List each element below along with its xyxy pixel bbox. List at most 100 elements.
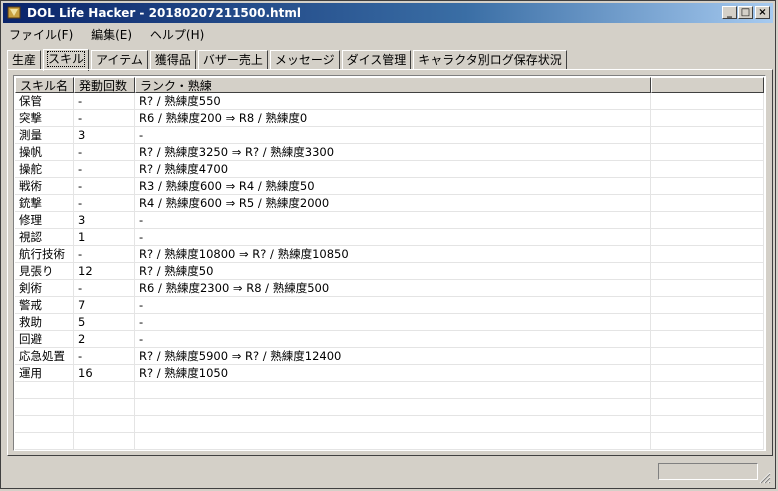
- table-row[interactable]: 銃撃 - R4 / 熟練度600 ⇒ R5 / 熟練度2000: [15, 195, 764, 212]
- rank-proficiency-cell: [135, 416, 651, 432]
- table-row[interactable]: [15, 399, 764, 416]
- menu-bar: ファイル(F) 編集(E) ヘルプ(H): [3, 25, 212, 45]
- activation-count-cell: -: [74, 93, 135, 109]
- table-row[interactable]: 操帆 - R? / 熟練度3250 ⇒ R? / 熟練度3300: [15, 144, 764, 161]
- column-header-skill-name[interactable]: スキル名: [15, 77, 74, 93]
- activation-count-cell: -: [74, 161, 135, 177]
- close-button[interactable]: ×: [755, 6, 770, 19]
- skill-name-cell: 修理: [15, 212, 74, 228]
- table-row[interactable]: [15, 382, 764, 399]
- list-header: スキル名 発動回数 ランク・熟練: [15, 77, 764, 93]
- activation-count-cell: 1: [74, 229, 135, 245]
- skill-name-cell: 航行技術: [15, 246, 74, 262]
- table-row[interactable]: 応急処置 - R? / 熟練度5900 ⇒ R? / 熟練度12400: [15, 348, 764, 365]
- table-row[interactable]: 回避 2-: [15, 331, 764, 348]
- skill-name-cell: 操舵: [15, 161, 74, 177]
- activation-count-cell: [74, 433, 135, 449]
- skill-name-cell: [15, 433, 74, 449]
- tab-label: バザー売上: [202, 53, 263, 67]
- activation-count-cell: -: [74, 348, 135, 364]
- tab-character-log-status[interactable]: キャラクタ別ログ保存状況: [413, 50, 567, 69]
- extra-cell: [651, 229, 764, 245]
- activation-count-cell: -: [74, 178, 135, 194]
- skill-name-cell: 突撃: [15, 110, 74, 126]
- table-row[interactable]: 運用 16 R? / 熟練度1050: [15, 365, 764, 382]
- activation-count-cell: -: [74, 195, 135, 211]
- rank-proficiency-cell: [135, 382, 651, 398]
- extra-cell: [651, 144, 764, 160]
- resize-grip-icon[interactable]: [759, 472, 771, 484]
- rank-proficiency-cell: R? / 熟練度3250 ⇒ R? / 熟練度3300: [135, 144, 651, 160]
- table-row[interactable]: 見張り 12 R? / 熟練度50: [15, 263, 764, 280]
- activation-count-cell: -: [74, 110, 135, 126]
- skill-name-cell: 救助: [15, 314, 74, 330]
- extra-cell: [651, 348, 764, 364]
- rank-proficiency-cell: -: [135, 331, 651, 347]
- tab-bazaar-sales[interactable]: バザー売上: [197, 50, 268, 69]
- column-header-activation-count[interactable]: 発動回数: [74, 77, 135, 93]
- minimize-button[interactable]: _: [722, 6, 737, 19]
- activation-count-cell: [74, 382, 135, 398]
- rank-proficiency-cell: R3 / 熟練度600 ⇒ R4 / 熟練度50: [135, 178, 651, 194]
- rank-proficiency-cell: [135, 433, 651, 449]
- activation-count-cell: 5: [74, 314, 135, 330]
- table-row[interactable]: 剣術 - R6 / 熟練度2300 ⇒ R8 / 熟練度500: [15, 280, 764, 297]
- skill-name-cell: 回避: [15, 331, 74, 347]
- table-row[interactable]: 視認 1-: [15, 229, 764, 246]
- extra-cell: [651, 246, 764, 262]
- rank-proficiency-cell: -: [135, 297, 651, 313]
- tab-skills[interactable]: スキル: [43, 49, 90, 71]
- skill-name-cell: [15, 416, 74, 432]
- skill-name-cell: 見張り: [15, 263, 74, 279]
- rank-proficiency-cell: -: [135, 127, 651, 143]
- tab-items[interactable]: アイテム: [91, 50, 148, 69]
- activation-count-cell: 3: [74, 212, 135, 228]
- rank-proficiency-cell: R? / 熟練度50: [135, 263, 651, 279]
- skill-list[interactable]: スキル名 発動回数 ランク・熟練 保管 - R? / 熟練度550 突撃 - R6 / 熟…: [13, 75, 766, 451]
- table-row[interactable]: 修理 3-: [15, 212, 764, 229]
- activation-count-cell: 7: [74, 297, 135, 313]
- table-row[interactable]: 突撃 - R6 / 熟練度200 ⇒ R8 / 熟練度0: [15, 110, 764, 127]
- rank-proficiency-cell: R4 / 熟練度600 ⇒ R5 / 熟練度2000: [135, 195, 651, 211]
- tab-production[interactable]: 生産: [7, 50, 42, 69]
- tab-label: スキル: [47, 51, 86, 67]
- tab-acquired[interactable]: 獲得品: [149, 50, 196, 69]
- skill-name-cell: [15, 382, 74, 398]
- rank-proficiency-cell: R? / 熟練度1050: [135, 365, 651, 381]
- column-header-rank-proficiency[interactable]: ランク・熟練: [135, 77, 651, 93]
- app-window: DOL Life Hacker - 20180207211500.html _ …: [0, 0, 776, 489]
- table-row[interactable]: 保管 - R? / 熟練度550: [15, 93, 764, 110]
- column-header-extra[interactable]: [651, 77, 764, 93]
- extra-cell: [651, 93, 764, 109]
- maximize-button[interactable]: □: [738, 6, 753, 19]
- extra-cell: [651, 365, 764, 381]
- skill-name-cell: 測量: [15, 127, 74, 143]
- extra-cell: [651, 127, 764, 143]
- extra-cell: [651, 212, 764, 228]
- activation-count-cell: 16: [74, 365, 135, 381]
- skill-name-cell: 視認: [15, 229, 74, 245]
- table-row[interactable]: [15, 416, 764, 433]
- menu-edit[interactable]: 編集(E): [85, 25, 138, 45]
- table-row[interactable]: 航行技術 - R? / 熟練度10800 ⇒ R? / 熟練度10850: [15, 246, 764, 263]
- table-row[interactable]: 操舵 - R? / 熟練度4700: [15, 161, 764, 178]
- skill-name-cell: [15, 399, 74, 415]
- table-row[interactable]: 戦術 - R3 / 熟練度600 ⇒ R4 / 熟練度50: [15, 178, 764, 195]
- table-row[interactable]: [15, 450, 764, 451]
- rank-proficiency-cell: R? / 熟練度4700: [135, 161, 651, 177]
- extra-cell: [651, 280, 764, 296]
- table-row[interactable]: 警戒 7-: [15, 297, 764, 314]
- table-row[interactable]: 測量 3-: [15, 127, 764, 144]
- menu-file[interactable]: ファイル(F): [3, 25, 79, 45]
- table-row[interactable]: 救助 5-: [15, 314, 764, 331]
- tab-dice[interactable]: ダイス管理: [341, 50, 412, 69]
- tab-label: アイテム: [96, 53, 143, 67]
- activation-count-cell: -: [74, 144, 135, 160]
- rank-proficiency-cell: R? / 熟練度10800 ⇒ R? / 熟練度10850: [135, 246, 651, 262]
- title-bar[interactable]: DOL Life Hacker - 20180207211500.html _ …: [3, 3, 773, 23]
- menu-help[interactable]: ヘルプ(H): [144, 25, 210, 45]
- tab-messages[interactable]: メッセージ: [269, 50, 340, 69]
- extra-cell: [651, 399, 764, 415]
- app-icon: [7, 6, 21, 19]
- table-row[interactable]: [15, 433, 764, 450]
